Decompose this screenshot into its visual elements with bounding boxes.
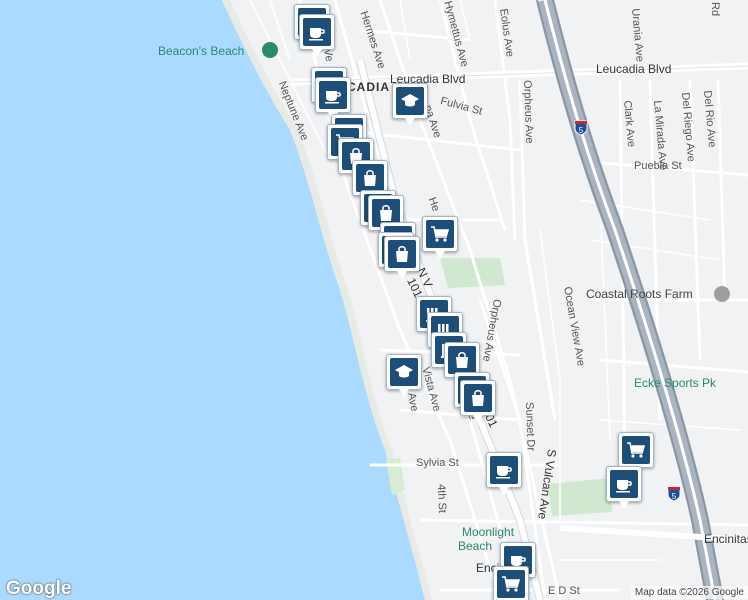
road-label-encinitas-frag: Encinitas Blvd	[704, 532, 748, 546]
place-label-moonlight-1[interactable]: Moonlight	[462, 526, 514, 538]
google-logo: Google	[6, 578, 72, 599]
map-canvas[interactable]: Leucadia Blvd Leucadia Blvd Neptune Ave …	[0, 0, 748, 600]
cart-icon	[622, 436, 650, 464]
road-label-leucadia-blvd-east: Leucadia Blvd	[596, 62, 672, 76]
road-label-puebla: Puebla St	[634, 160, 682, 172]
road-label-sylvia: Sylvia St	[416, 457, 459, 469]
beach-poi-dot	[262, 42, 278, 58]
bag-icon	[448, 346, 476, 374]
cart-icon	[426, 220, 454, 248]
road-label-rd: Rd	[709, 2, 721, 17]
place-label-coastal-roots[interactable]: Coastal Roots Farm	[586, 288, 693, 300]
cart-icon	[497, 570, 525, 598]
poi-marker-cafe[interactable]	[606, 466, 642, 509]
poi-marker-cart[interactable]	[618, 432, 654, 475]
cafe-icon	[319, 81, 347, 109]
poi-marker-cafe[interactable]	[315, 77, 351, 120]
road-label-sunset: Sunset Dr	[523, 401, 537, 452]
poi-marker-bag[interactable]	[384, 236, 420, 279]
place-label-ecke-sports[interactable]: Ecke Sports Pk	[634, 377, 716, 389]
svg-text:5: 5	[672, 492, 677, 501]
poi-marker-cart[interactable]	[422, 216, 458, 259]
poi-marker-cafe[interactable]	[486, 452, 522, 495]
cafe-icon	[490, 456, 518, 484]
poi-marker-cafe[interactable]	[299, 14, 335, 57]
road-label-orpheus-north: Orpheus Ave	[521, 79, 536, 144]
road-label-e-d: E D St	[548, 585, 580, 597]
map-attribution[interactable]: Map data ©2026 Google	[630, 586, 748, 599]
poi-marker-school[interactable]	[386, 354, 422, 397]
farm-poi-dot	[714, 286, 730, 302]
school-icon	[396, 87, 424, 115]
school-icon	[390, 358, 418, 386]
poi-marker-school[interactable]	[392, 83, 428, 126]
place-label-moonlight-2[interactable]: Beach	[458, 540, 492, 552]
i5-shield-top: 5	[574, 120, 588, 136]
place-label-beacons-beach[interactable]: Beacon's Beach	[158, 45, 244, 57]
poi-marker-bag[interactable]	[460, 380, 496, 423]
poi-marker-cart[interactable]	[493, 566, 529, 600]
bag-icon	[356, 164, 384, 192]
svg-text:5: 5	[579, 126, 584, 135]
road-label-ve-frag: Ve	[321, 47, 336, 63]
road-label-4th: 4th St	[435, 483, 449, 514]
bag-icon	[388, 240, 416, 268]
cafe-icon	[610, 470, 638, 498]
i5-shield-bottom: 5	[667, 486, 681, 502]
bag-icon	[464, 384, 492, 412]
park-area-south	[548, 478, 612, 516]
cafe-icon	[303, 18, 331, 46]
